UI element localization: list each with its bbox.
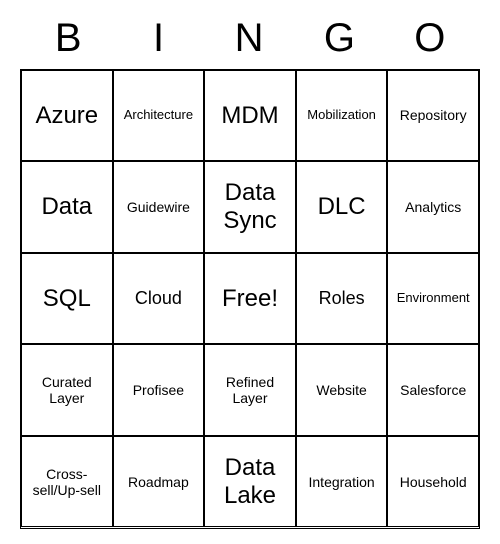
bingo-cell[interactable]: MDM xyxy=(204,70,296,162)
bingo-cell[interactable]: Cross-sell/Up-sell xyxy=(21,436,113,528)
bingo-cell[interactable]: Azure xyxy=(21,70,113,162)
bingo-cell[interactable]: Analytics xyxy=(387,161,479,253)
bingo-cell[interactable]: Household xyxy=(387,436,479,528)
bingo-cell[interactable]: Curated Layer xyxy=(21,344,113,436)
bingo-cell[interactable]: Guidewire xyxy=(113,161,205,253)
header-letter-b: B xyxy=(24,16,114,61)
bingo-cell[interactable]: DLC xyxy=(296,161,388,253)
bingo-cell[interactable]: Repository xyxy=(387,70,479,162)
bingo-cell[interactable]: Website xyxy=(296,344,388,436)
bingo-cell[interactable]: Environment xyxy=(387,253,479,345)
bingo-cell[interactable]: Mobilization xyxy=(296,70,388,162)
bingo-cell[interactable]: Refined Layer xyxy=(204,344,296,436)
header-letter-o: O xyxy=(386,16,476,61)
bingo-cell[interactable]: SQL xyxy=(21,253,113,345)
header-letter-n: N xyxy=(205,16,295,61)
bingo-cell[interactable]: Roadmap xyxy=(113,436,205,528)
bingo-cell[interactable]: Cloud xyxy=(113,253,205,345)
bingo-cell[interactable]: Data Lake xyxy=(204,436,296,528)
bingo-cell[interactable]: Salesforce xyxy=(387,344,479,436)
bingo-cell[interactable]: Data xyxy=(21,161,113,253)
bingo-cell[interactable]: Data Sync xyxy=(204,161,296,253)
bingo-cell[interactable]: Integration xyxy=(296,436,388,528)
bingo-cell[interactable]: Architecture xyxy=(113,70,205,162)
bingo-header: B I N G O xyxy=(20,16,480,69)
bingo-grid: Azure Architecture MDM Mobilization Repo… xyxy=(20,69,480,529)
header-letter-i: I xyxy=(114,16,204,61)
bingo-cell[interactable]: Profisee xyxy=(113,344,205,436)
bingo-cell[interactable]: Roles xyxy=(296,253,388,345)
bingo-card: B I N G O Azure Architecture MDM Mobiliz… xyxy=(20,16,480,529)
header-letter-g: G xyxy=(295,16,385,61)
bingo-cell-free[interactable]: Free! xyxy=(204,253,296,345)
